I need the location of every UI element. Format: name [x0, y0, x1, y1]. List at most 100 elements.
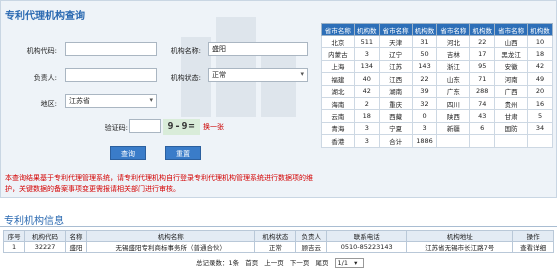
- results-cell: 正常: [254, 241, 297, 253]
- stats-header-cell: 省市名称: [321, 23, 355, 36]
- region-select[interactable]: 江苏省 ▾: [65, 94, 157, 108]
- results-header-cell: 序号: [2, 230, 26, 242]
- results-header-cell: 机构代码: [24, 230, 66, 242]
- stats-cell: 49: [527, 72, 553, 86]
- next-page-link[interactable]: 下一页: [290, 259, 310, 267]
- stats-header-cell: 省市名称: [378, 23, 413, 36]
- stats-row: 青海 3 宁夏 3 新疆 6 国防 34: [321, 121, 553, 136]
- results-header-cell: 机构名称: [86, 230, 256, 242]
- name-label: 机构名称:: [170, 47, 201, 55]
- first-page-link[interactable]: 首页: [245, 259, 258, 267]
- stats-cell: 22: [469, 34, 496, 49]
- stats-header-cell: 机构数: [469, 23, 496, 36]
- stats-cell: 内蒙古: [321, 47, 355, 61]
- status-value: 正常: [212, 71, 226, 79]
- status-label: 机构状态:: [170, 74, 201, 82]
- principal-label: 负责人:: [33, 74, 57, 82]
- stats-cell: 黑龙江: [494, 47, 529, 61]
- stats-cell: 39: [411, 84, 438, 98]
- stats-cell: 22: [411, 72, 438, 86]
- stats-cell: 143: [411, 59, 438, 74]
- name-input[interactable]: 盛阳: [208, 42, 308, 56]
- stats-cell: 广西: [494, 84, 529, 98]
- stats-cell: 0: [411, 109, 438, 123]
- stats-cell: 广东: [436, 84, 471, 98]
- stats-row: 福建 40 江西 22 山东 71 河南 49: [321, 72, 553, 86]
- code-input[interactable]: [65, 42, 157, 56]
- stats-row: 云南 18 西藏 0 陕西 43 甘肃 5: [321, 109, 553, 123]
- stats-cell: 海南: [321, 96, 355, 111]
- stats-cell: 江西: [378, 72, 413, 86]
- stats-cell: 湖南: [378, 84, 413, 98]
- stats-row: 海南 2 重庆 32 四川 74 贵州 16: [321, 96, 553, 111]
- stats-cell: 18: [527, 47, 553, 61]
- results-header-cell: 联系电话: [326, 230, 408, 242]
- stats-cell: 山西: [494, 34, 529, 49]
- stats-cell: 1886: [411, 134, 438, 148]
- status-select[interactable]: 正常 ▾: [208, 68, 308, 82]
- results-section-title: 专利机构信息: [4, 216, 64, 227]
- page-value: 1/1: [337, 259, 348, 267]
- total-records: 总记录数：1条: [196, 259, 240, 267]
- principal-input[interactable]: [65, 68, 157, 82]
- captcha-input[interactable]: [129, 119, 161, 133]
- page-select[interactable]: 1/1 ▾: [334, 258, 365, 268]
- stats-cell: 甘肃: [494, 109, 529, 123]
- stats-cell: 3: [353, 47, 380, 61]
- search-panel: 专利代理机构查询 机构代码: 机构名称: 盛阳 负责人: 机构状态: 正常 ▾ …: [0, 0, 557, 198]
- stats-cell: [494, 134, 529, 148]
- stats-cell: 北京: [321, 34, 355, 49]
- results-header-row: 序号 机构代码 名称 机构名称 机构状态 负责人 联系电话 机构地址 操作: [2, 230, 554, 242]
- stats-cell: 贵州: [494, 96, 529, 111]
- results-header-cell: 负责人: [295, 230, 328, 242]
- notice-line-1: 本查询结果基于专利代理管理系统，请专利代理机构自行登录专利代理机构管理系统进行数…: [5, 174, 313, 182]
- stats-cell: 42: [353, 84, 380, 98]
- stats-cell: 31: [411, 34, 438, 49]
- stats-cell: 5: [527, 109, 553, 123]
- stats-header-cell: 省市名称: [494, 23, 529, 36]
- stats-cell: 16: [527, 96, 553, 111]
- pagination: 总记录数：1条 首页 上一页 下一页 尾页 1/1 ▾: [196, 257, 368, 268]
- stats-row: 香港 3 合计 1886: [321, 134, 553, 148]
- stats-cell: 青海: [321, 121, 355, 136]
- stats-cell: 18: [353, 109, 380, 123]
- stats-cell: 71: [469, 72, 496, 86]
- stats-cell: 香港: [321, 134, 355, 148]
- results-cell: 无锡盛阳专利商标事务所（普通合伙）: [86, 241, 256, 253]
- view-detail-link[interactable]: 查看详细: [512, 241, 554, 253]
- stats-cell: 2: [353, 96, 380, 111]
- stats-cell: 浙江: [436, 59, 471, 74]
- stats-header-cell: 省市名称: [436, 23, 471, 36]
- results-cell: 江苏省无锡市长江路7号: [406, 241, 514, 253]
- refresh-captcha-link[interactable]: 换一张: [203, 122, 224, 132]
- stats-cell: 32: [411, 96, 438, 111]
- results-header-cell: 操作: [512, 230, 554, 242]
- building-watermark: [161, 7, 311, 117]
- results-header-cell: 机构状态: [254, 230, 297, 242]
- divider: [0, 226, 557, 227]
- chevron-down-icon: ▾: [300, 70, 304, 78]
- stats-cell: 陕西: [436, 109, 471, 123]
- stats-cell: 合计: [378, 134, 413, 148]
- stats-header-row: 省市名称 机构数 省市名称 机构数 省市名称 机构数 省市名称 机构数: [321, 23, 553, 36]
- stats-cell: 宁夏: [378, 121, 413, 136]
- stats-cell: 42: [527, 59, 553, 74]
- reset-button[interactable]: 重置: [165, 146, 201, 160]
- stats-cell: 3: [411, 121, 438, 136]
- results-cell: 1: [2, 241, 26, 253]
- stats-cell: 288: [469, 84, 496, 98]
- last-page-link[interactable]: 尾页: [315, 259, 328, 267]
- stats-cell: 重庆: [378, 96, 413, 111]
- query-button[interactable]: 查询: [110, 146, 146, 160]
- stats-cell: 3: [353, 121, 380, 136]
- stats-row: 内蒙古 3 辽宁 50 吉林 17 黑龙江 18: [321, 47, 553, 61]
- stats-cell: 西藏: [378, 109, 413, 123]
- results-header-cell: 名称: [64, 230, 88, 242]
- stats-cell: 福建: [321, 72, 355, 86]
- stats-cell: 40: [353, 72, 380, 86]
- prev-page-link[interactable]: 上一页: [264, 259, 284, 267]
- results-cell: 顾吉云: [295, 241, 328, 253]
- stats-cell: 天津: [378, 34, 413, 49]
- region-stats-table: 省市名称 机构数 省市名称 机构数 省市名称 机构数 省市名称 机构数 北京 511 天津 31 河北…: [321, 23, 553, 148]
- stats-cell: 17: [469, 47, 496, 61]
